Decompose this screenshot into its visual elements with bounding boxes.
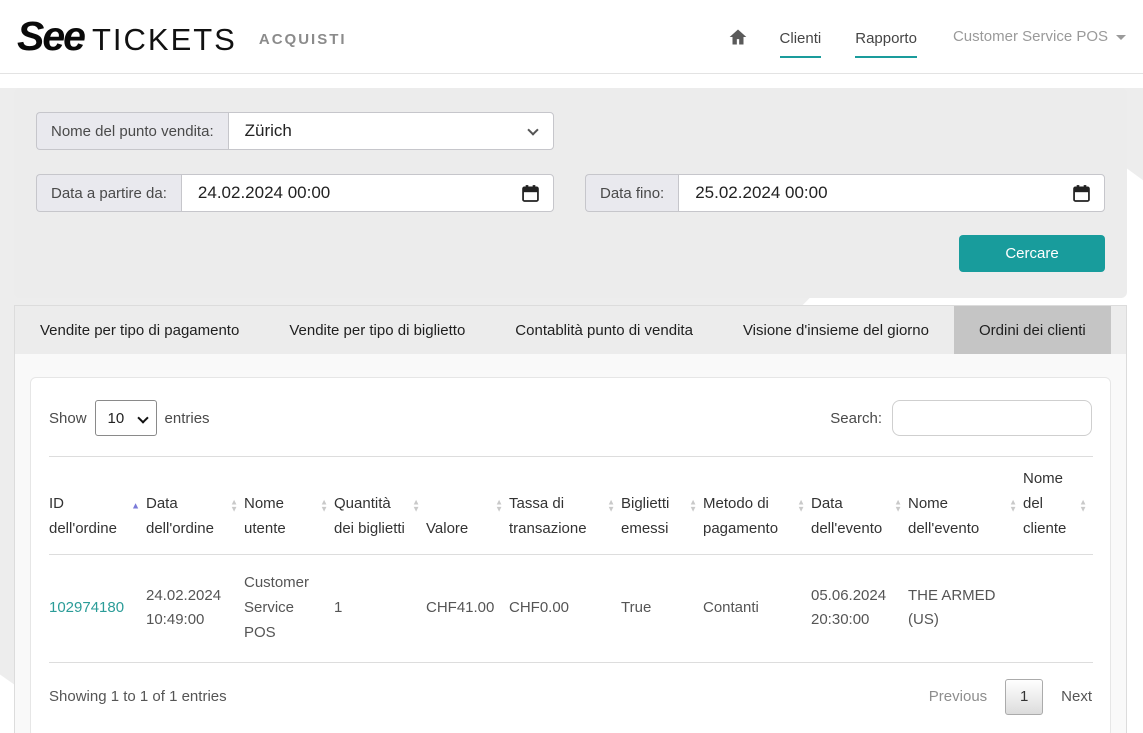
pagination: Previous 1 Next — [929, 679, 1092, 715]
column-header-value[interactable]: Valore▲▼ — [426, 457, 509, 555]
column-header-event-date[interactable]: Data dell'evento▲▼ — [811, 457, 908, 555]
tab-vendite-per-tipo-di-biglietto[interactable]: Vendite per tipo di biglietto — [264, 306, 490, 354]
pagination-previous-button[interactable]: Previous — [929, 688, 987, 705]
date-to-input-group: Data fino: 25.02.2024 00:00 — [585, 174, 1105, 212]
entries-label: entries — [165, 410, 210, 427]
date-from-input[interactable]: 24.02.2024 00:00 — [181, 174, 554, 212]
page-title: ACQUISTI — [259, 25, 347, 48]
column-header-customer-name[interactable]: Nome del cliente▲▼ — [1023, 457, 1093, 555]
show-label: Show — [49, 410, 87, 427]
pagination-next-button[interactable]: Next — [1061, 688, 1092, 705]
caret-down-icon — [1116, 35, 1126, 40]
date-from-value: 24.02.2024 00:00 — [198, 183, 330, 203]
date-from-input-group: Data a partire da: 24.02.2024 00:00 — [36, 174, 554, 212]
outlet-selected-value: Zürich — [245, 121, 292, 141]
logo-tickets-text: TICKETS — [92, 22, 237, 58]
nav-rapporto[interactable]: Rapporto — [855, 30, 917, 58]
date-to-input[interactable]: 25.02.2024 00:00 — [678, 174, 1105, 212]
sort-icon: ▲▼ — [1079, 498, 1087, 513]
table-header-row: ID dell'ordine▲ Data dell'ordine▲▼ Nome … — [49, 457, 1093, 555]
order-id-link[interactable]: 102974180 — [49, 599, 124, 616]
table-search-control: Search: — [830, 400, 1092, 436]
table-search-input[interactable] — [892, 400, 1092, 436]
calendar-icon — [1071, 183, 1092, 209]
pagination-page-1-button[interactable]: 1 — [1005, 679, 1043, 715]
tab-vendite-per-tipo-di-pagamento[interactable]: Vendite per tipo di pagamento — [15, 306, 264, 354]
report-panel: Vendite per tipo di pagamento Vendite pe… — [14, 305, 1127, 733]
logo-see-text: See — [17, 13, 84, 60]
sort-icon: ▲▼ — [607, 498, 615, 513]
outlet-label: Nome del punto vendita: — [36, 112, 228, 150]
cell-customer-name — [1023, 555, 1093, 662]
cell-payment-method: Contanti — [703, 555, 811, 662]
column-header-tickets-issued[interactable]: Biglietti emessi▲▼ — [621, 457, 703, 555]
calendar-icon — [520, 183, 541, 209]
orders-table: ID dell'ordine▲ Data dell'ordine▲▼ Nome … — [49, 456, 1093, 663]
sort-icon: ▲▼ — [894, 498, 902, 513]
column-header-payment-method[interactable]: Metodo di pagamento▲▼ — [703, 457, 811, 555]
top-header: See TICKETS ACQUISTI Clienti Rapporto Cu… — [0, 0, 1143, 74]
outlet-input-group: Nome del punto vendita: Zürich — [36, 112, 554, 150]
column-header-transaction-fee[interactable]: Tassa di transazione▲▼ — [509, 457, 621, 555]
table-row: 102974180 24.02.2024 10:49:00 Customer S… — [49, 555, 1093, 662]
chevron-down-icon — [527, 124, 538, 135]
sort-icon: ▲▼ — [412, 498, 420, 513]
cell-order-date: 24.02.2024 10:49:00 — [146, 555, 244, 662]
user-menu-label: Customer Service POS — [953, 28, 1108, 45]
tab-visione-dinsieme-del-giorno[interactable]: Visione d'insieme del giorno — [718, 306, 954, 354]
column-header-ticket-quantity[interactable]: Quantità dei biglietti▲▼ — [334, 457, 426, 555]
sort-icon: ▲▼ — [230, 498, 238, 513]
sort-icon: ▲▼ — [689, 498, 697, 513]
tab-contablita-punto-di-vendita[interactable]: Contablità punto di vendita — [490, 306, 718, 354]
cell-event-name: THE ARMED (US) — [908, 555, 1023, 662]
column-header-event-name[interactable]: Nome dell'evento▲▼ — [908, 457, 1023, 555]
outlet-select[interactable]: Zürich — [228, 112, 554, 150]
nav-clienti[interactable]: Clienti — [780, 30, 822, 58]
cell-tickets-issued: True — [621, 555, 703, 662]
orders-table-card: Show 10 entries Search: — [30, 377, 1111, 733]
column-header-order-date[interactable]: Data dell'ordine▲▼ — [146, 457, 244, 555]
table-search-label: Search: — [830, 410, 882, 427]
page-length-control: Show 10 entries — [49, 400, 210, 436]
sort-icon: ▲▼ — [797, 498, 805, 513]
report-tabbar: Vendite per tipo di pagamento Vendite pe… — [15, 306, 1126, 354]
filter-panel: Nome del punto vendita: Zürich Data a pa… — [14, 88, 1127, 298]
sort-ascending-icon: ▲ — [131, 501, 140, 510]
cell-user-name: Customer Service POS — [244, 555, 334, 662]
tab-ordini-dei-clienti[interactable]: Ordini dei clienti — [954, 306, 1111, 354]
cell-ticket-quantity: 1 — [334, 555, 426, 662]
cell-transaction-fee: CHF0.00 — [509, 555, 621, 662]
seetickets-logo: See TICKETS — [17, 13, 237, 60]
search-button[interactable]: Cercare — [959, 235, 1105, 272]
column-header-order-id[interactable]: ID dell'ordine▲ — [49, 457, 146, 555]
sort-icon: ▲▼ — [1009, 498, 1017, 513]
cell-order-id: 102974180 — [49, 555, 146, 662]
date-from-label: Data a partire da: — [36, 174, 181, 212]
cell-event-date: 05.06.2024 20:30:00 — [811, 555, 908, 662]
column-header-user-name[interactable]: Nome utente▲▼ — [244, 457, 334, 555]
main-nav: Clienti Rapporto Customer Service POS — [728, 16, 1126, 58]
page-background: Nome del punto vendita: Zürich Data a pa… — [0, 88, 1143, 733]
home-icon[interactable] — [728, 27, 748, 47]
cell-value: CHF41.00 — [426, 555, 509, 662]
sort-icon: ▲▼ — [495, 498, 503, 513]
table-info: Showing 1 to 1 of 1 entries — [49, 688, 227, 705]
sort-icon: ▲▼ — [320, 498, 328, 513]
date-to-value: 25.02.2024 00:00 — [695, 183, 827, 203]
user-menu-dropdown[interactable]: Customer Service POS — [953, 28, 1126, 45]
date-to-label: Data fino: — [585, 174, 678, 212]
